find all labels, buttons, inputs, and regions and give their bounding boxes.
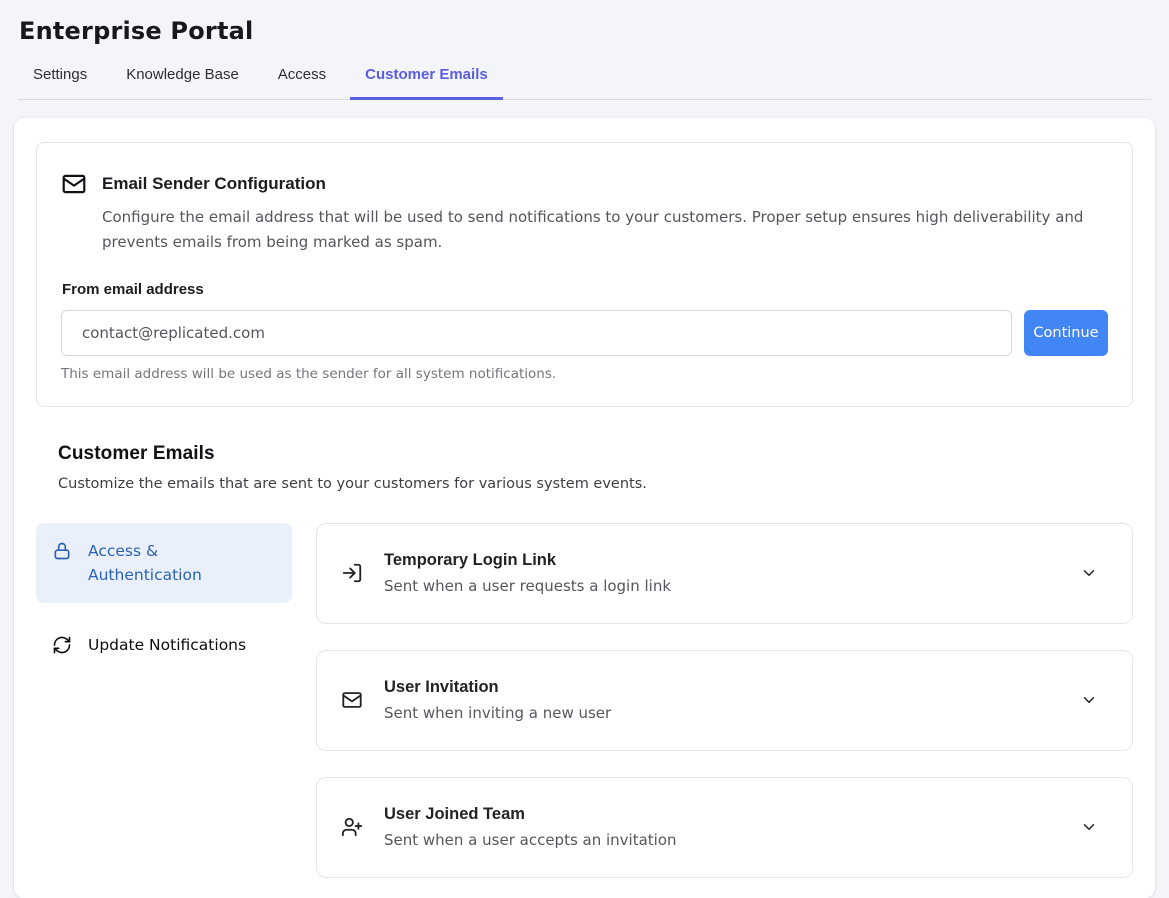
continue-button[interactable]: Continue [1024,310,1108,356]
sidebar-item-update-notifications[interactable]: Update Notifications [36,623,292,667]
refresh-icon [52,635,72,655]
from-email-helper-text: This email address will be used as the s… [61,366,1108,382]
tab-settings[interactable]: Settings [18,66,102,100]
category-label: Access & Authentication [88,539,220,587]
email-card-temporary-login-link[interactable]: Temporary Login Link Sent when a user re… [316,523,1133,624]
page-title: Enterprise Portal [19,16,1150,46]
customer-emails-panel: Email Sender Configuration Configure the… [14,118,1155,898]
email-card-user-joined-team[interactable]: User Joined Team Sent when a user accept… [316,777,1133,878]
login-icon [341,562,363,584]
from-email-input[interactable] [61,310,1012,356]
sender-config-description: Configure the email address that will be… [102,205,1102,255]
tab-knowledge-base[interactable]: Knowledge Base [111,66,254,100]
email-card-title: Temporary Login Link [384,551,1059,570]
mail-icon [61,171,87,197]
chevron-down-icon [1080,818,1098,836]
email-card-subtitle: Sent when a user accepts an invitation [384,831,1059,849]
mail-icon [341,689,363,711]
sender-config-title: Email Sender Configuration [102,174,326,194]
chevron-down-icon [1080,564,1098,582]
email-category-nav: Access & Authentication Update Notificat… [36,523,292,667]
email-card-title: User Invitation [384,678,1059,697]
lock-icon [52,541,72,561]
email-card-user-invitation[interactable]: User Invitation Sent when inviting a new… [316,650,1133,751]
customer-emails-section-title: Customer Emails [58,443,1133,465]
tab-customer-emails[interactable]: Customer Emails [350,66,503,100]
category-label: Update Notifications [88,633,246,657]
email-sender-configuration-card: Email Sender Configuration Configure the… [36,142,1133,407]
sidebar-item-access-authentication[interactable]: Access & Authentication [36,523,292,603]
customer-emails-section-subtitle: Customize the emails that are sent to yo… [58,476,1133,492]
user-plus-icon [341,816,363,838]
email-card-subtitle: Sent when inviting a new user [384,704,1059,722]
email-card-title: User Joined Team [384,805,1059,824]
email-card-subtitle: Sent when a user requests a login link [384,577,1059,595]
from-email-label: From email address [62,281,1108,298]
tab-access[interactable]: Access [263,66,341,100]
page-header: Enterprise Portal [0,0,1169,46]
chevron-down-icon [1080,691,1098,709]
email-template-list: Temporary Login Link Sent when a user re… [316,523,1133,878]
tab-bar: Settings Knowledge Base Access Customer … [18,66,1151,100]
